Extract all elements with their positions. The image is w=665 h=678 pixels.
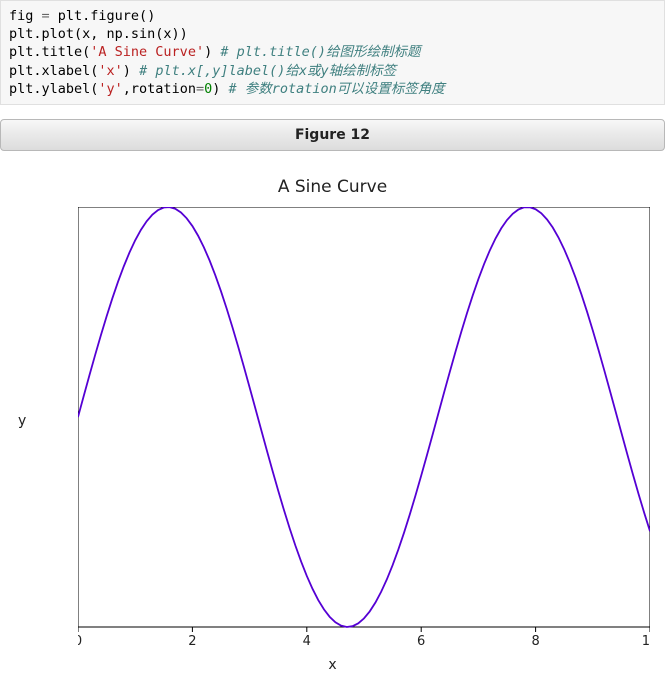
plot-area: A Sine Curve y 0246810−1.0−0.50.00.51.0 …	[0, 171, 665, 671]
code-line-2: plt.plot(x, np.sin(x))	[9, 26, 188, 42]
x-tick-label: 8	[531, 634, 539, 649]
x-tick-label: 0	[78, 634, 82, 649]
x-axis-label: x	[0, 657, 665, 673]
x-tick-label: 6	[417, 634, 425, 649]
code-line-5: plt.ylabel('y',rotation=0) # 参数rotation可…	[9, 81, 445, 97]
x-tick-label: 4	[303, 634, 311, 649]
x-tick-label: 10	[642, 634, 650, 649]
series-line	[78, 207, 650, 627]
figure-header: Figure 12	[0, 119, 665, 151]
x-tick-label: 2	[188, 634, 196, 649]
y-axis-label: y	[18, 413, 26, 429]
chart-title: A Sine Curve	[0, 177, 665, 197]
chart-svg: 0246810−1.0−0.50.00.51.0	[78, 207, 650, 651]
code-cell: fig = plt.figure() plt.plot(x, np.sin(x)…	[0, 0, 665, 105]
code-line-1: fig = plt.figure()	[9, 8, 155, 24]
figure-header-label: Figure 12	[295, 127, 370, 143]
code-line-4: plt.xlabel('x') # plt.x[,y]label()给x或y轴绘…	[9, 63, 396, 79]
code-line-3: plt.title('A Sine Curve') # plt.title()给…	[9, 44, 421, 60]
